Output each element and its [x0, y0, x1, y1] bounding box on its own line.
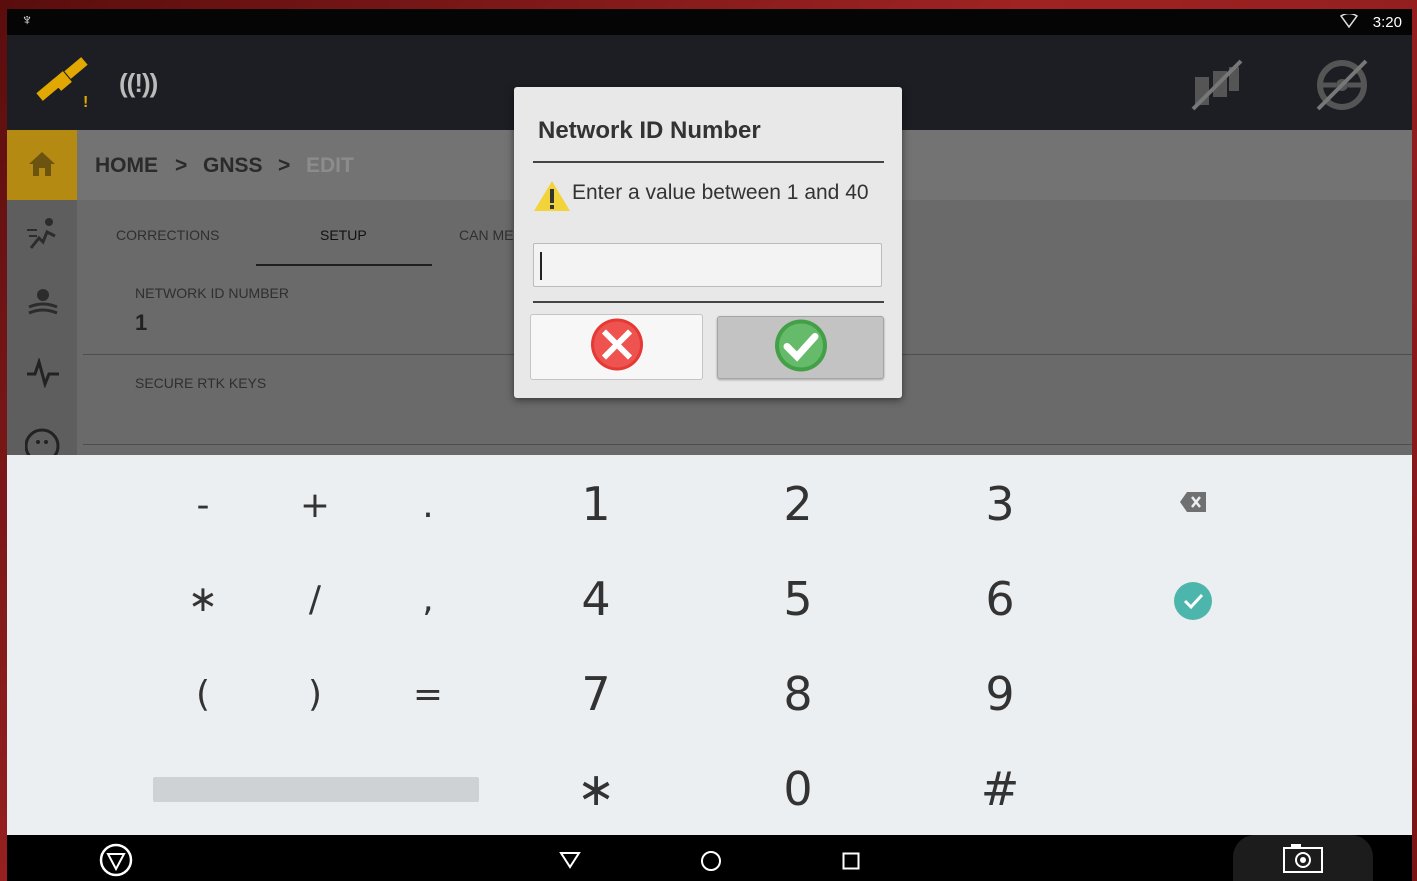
breadcrumb-gnss[interactable]: GNSS: [203, 154, 263, 178]
tab-can-messages[interactable]: CAN ME: [459, 227, 513, 243]
key-plus[interactable]: +: [275, 485, 355, 526]
backspace-icon[interactable]: [1153, 491, 1233, 517]
ok-button[interactable]: [717, 316, 884, 379]
green-check-icon: [774, 318, 828, 377]
system-nav-bar: [7, 835, 1412, 881]
screen: ♆ 3:20 ! ((!)) HOME > GNSS > EDIT CORREC…: [7, 9, 1412, 881]
secure-rtk-keys-label[interactable]: SECURE RTK KEYS: [135, 375, 266, 391]
usb-icon: ♆: [21, 12, 33, 29]
key-open-paren[interactable]: (: [163, 674, 243, 715]
network-id-label: NETWORK ID NUMBER: [135, 285, 289, 301]
text-caret: [540, 252, 542, 280]
field-settings-icon[interactable]: [25, 285, 61, 326]
breadcrumb-separator: >: [175, 154, 188, 177]
runner-icon[interactable]: [25, 216, 61, 257]
key-equals[interactable]: =: [388, 674, 468, 715]
numeric-keyboard: - + . 1 2 3 ∗ / , 4 5 6 ( ) = 7 8 9 ∗ 0 …: [7, 455, 1412, 835]
clock: 3:20: [1372, 14, 1402, 31]
recents-icon[interactable]: [842, 852, 860, 875]
signal-alert-icon[interactable]: ((!)): [119, 68, 158, 99]
breadcrumb-separator: >: [278, 154, 291, 177]
key-2[interactable]: 2: [758, 477, 838, 531]
crossed-out-implement-icon[interactable]: [1187, 55, 1247, 120]
key-asterisk[interactable]: ∗: [163, 579, 243, 620]
status-bar: ♆ 3:20: [7, 9, 1412, 35]
cancel-button[interactable]: [530, 314, 703, 380]
screenshot-button[interactable]: [1233, 835, 1373, 881]
svg-text:!: !: [83, 94, 88, 111]
key-1[interactable]: 1: [556, 477, 636, 531]
key-period[interactable]: .: [388, 485, 468, 526]
breadcrumb-edit: EDIT: [306, 154, 354, 177]
key-3[interactable]: 3: [960, 477, 1040, 531]
key-comma[interactable]: ,: [388, 579, 468, 620]
key-close-paren[interactable]: ): [275, 674, 355, 715]
done-check-icon[interactable]: [1153, 581, 1233, 625]
dialog-message: Enter a value between 1 and 40: [572, 181, 869, 204]
camera-icon: [1283, 844, 1323, 873]
network-id-dialog: Network ID Number Enter a value between …: [514, 87, 902, 398]
key-7[interactable]: 7: [556, 667, 636, 721]
key-6[interactable]: 6: [960, 572, 1040, 626]
key-5[interactable]: 5: [758, 572, 838, 626]
dialog-title: Network ID Number: [538, 117, 761, 144]
active-tab-indicator: [256, 264, 432, 266]
back-icon[interactable]: [559, 851, 581, 874]
dialog-divider: [533, 301, 884, 303]
home-icon: [29, 152, 55, 176]
network-id-value[interactable]: 1: [135, 310, 147, 336]
pulse-icon[interactable]: [25, 356, 61, 393]
network-id-input[interactable]: [533, 243, 882, 287]
tab-corrections[interactable]: CORRECTIONS: [116, 227, 219, 243]
warning-icon: [532, 179, 572, 218]
breadcrumb-home[interactable]: HOME: [95, 154, 158, 178]
key-8[interactable]: 8: [758, 667, 838, 721]
key-hash[interactable]: #: [960, 762, 1040, 816]
steering-disabled-icon[interactable]: [1312, 55, 1372, 120]
space-key[interactable]: [153, 777, 479, 802]
key-9[interactable]: 9: [960, 667, 1040, 721]
dialog-divider: [533, 161, 884, 163]
tab-setup[interactable]: SETUP: [320, 227, 367, 243]
wifi-icon: [1339, 12, 1359, 33]
divider: [83, 444, 1412, 445]
left-nav: [7, 130, 77, 464]
nav-home[interactable]: [7, 130, 77, 200]
red-x-icon: [590, 318, 644, 377]
home-circle-icon[interactable]: [700, 850, 722, 877]
key-minus[interactable]: -: [163, 485, 243, 526]
key-0[interactable]: 0: [758, 762, 838, 816]
brand-logo-icon[interactable]: [99, 843, 133, 881]
satellite-warning-icon[interactable]: !: [35, 57, 99, 118]
key-star[interactable]: ∗: [556, 762, 636, 816]
key-slash[interactable]: /: [275, 579, 355, 620]
key-4[interactable]: 4: [556, 572, 636, 626]
